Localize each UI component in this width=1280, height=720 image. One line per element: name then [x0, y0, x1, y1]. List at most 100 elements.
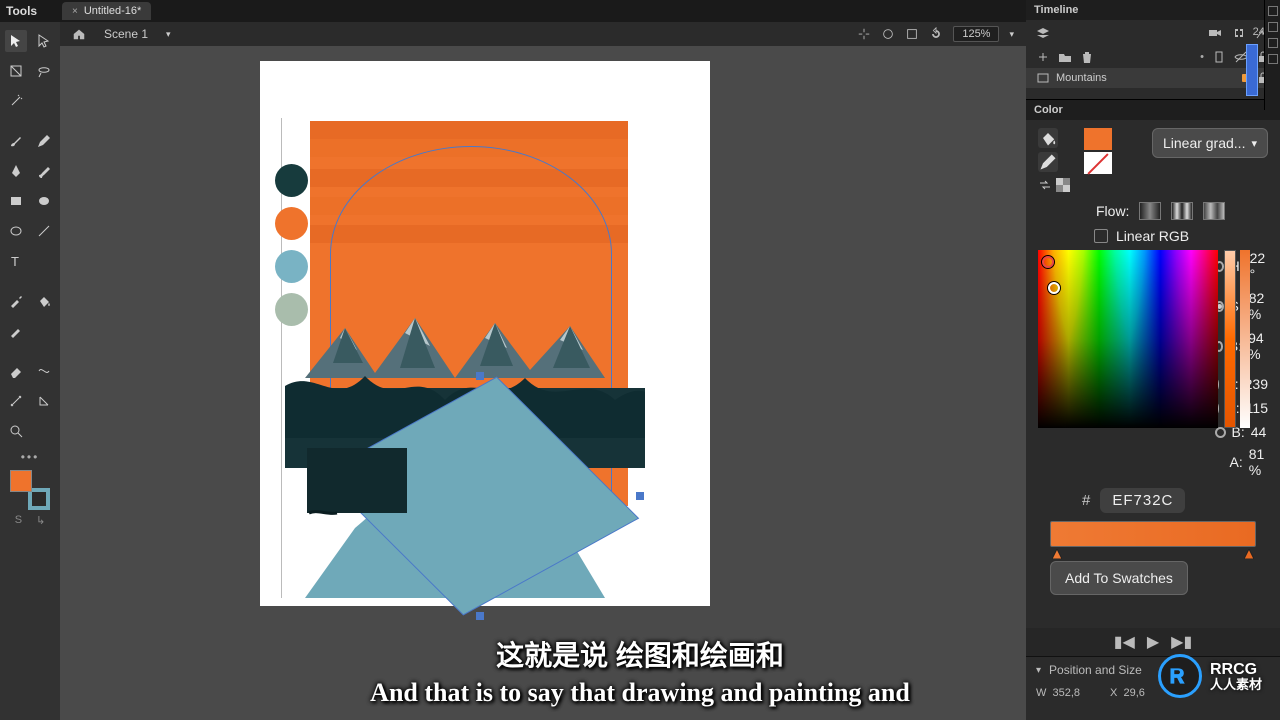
palette-circle-3 [275, 250, 308, 283]
hue-slider[interactable] [1224, 250, 1236, 428]
go-start-icon[interactable]: ▮◀ [1114, 632, 1135, 652]
flow-repeat-icon[interactable] [1203, 202, 1225, 220]
eraser-tool[interactable] [5, 360, 27, 382]
home-icon[interactable] [72, 27, 86, 41]
subselection-tool[interactable] [33, 30, 55, 52]
fit-icon[interactable] [905, 27, 919, 41]
rgb-b-radio[interactable] [1215, 427, 1226, 438]
workspace-switcher[interactable] [1264, 0, 1280, 110]
swap-colors-icon[interactable] [1038, 178, 1052, 192]
lasso-tool[interactable] [33, 60, 55, 82]
default-colors-icon[interactable] [1056, 178, 1070, 192]
zoom-level[interactable]: 125% [953, 26, 999, 42]
frame-strip[interactable] [1246, 44, 1258, 96]
center-stage-icon[interactable] [857, 27, 871, 41]
chevron-down-icon: ▾ [1251, 137, 1257, 150]
ellipse-tool[interactable] [33, 190, 55, 212]
gradient-preview[interactable] [1050, 521, 1256, 547]
brush-tool[interactable] [5, 130, 27, 152]
gradient-stop-left[interactable] [1052, 546, 1062, 556]
fill-swatch[interactable] [10, 470, 32, 492]
object-drawing-icon[interactable]: ↳ [36, 514, 45, 527]
scene-name[interactable]: Scene 1 [104, 27, 148, 41]
selection-tool[interactable] [5, 30, 27, 52]
ws-icon[interactable] [1268, 38, 1278, 48]
stroke-color-swatch[interactable] [1084, 152, 1112, 174]
fill-stroke-swatch[interactable] [10, 470, 50, 510]
w-value[interactable]: 352,8 [1053, 687, 1081, 699]
tools-panel-title: Tools [0, 0, 60, 22]
s-value[interactable]: 82 % [1249, 290, 1268, 322]
play-icon[interactable]: ▶ [1147, 632, 1159, 652]
bind-tool[interactable] [33, 390, 55, 412]
layer-type-icon [1036, 71, 1050, 85]
close-tab-icon[interactable]: × [72, 6, 78, 17]
go-end-icon[interactable]: ▶▮ [1171, 632, 1192, 652]
more-tools-icon[interactable]: ••• [0, 450, 60, 464]
tools-panel: T ••• S ↳ [0, 22, 60, 720]
line-tool[interactable] [33, 220, 55, 242]
alpha-slider[interactable] [1240, 250, 1250, 428]
a-value[interactable]: 81 % [1249, 446, 1268, 478]
linear-rgb-checkbox[interactable] [1094, 229, 1108, 243]
hex-input[interactable]: EF732C [1100, 488, 1185, 513]
gradient-stop-cursor-2[interactable] [1048, 282, 1060, 294]
flow-reflect-icon[interactable] [1171, 202, 1193, 220]
oval-tool[interactable] [5, 220, 27, 242]
ws-icon[interactable] [1268, 54, 1278, 64]
flow-label: Flow: [1096, 203, 1129, 219]
palette-circle-4 [275, 293, 308, 326]
b-value[interactable]: 94 % [1248, 330, 1268, 362]
link-icon[interactable] [1232, 26, 1246, 40]
document-tab[interactable]: × Untitled-16* [62, 2, 151, 20]
ws-icon[interactable] [1268, 22, 1278, 32]
width-tool[interactable] [33, 360, 55, 382]
ws-icon[interactable] [1268, 6, 1278, 16]
snap-icon[interactable]: S [15, 514, 22, 527]
scene-dropdown-icon[interactable]: ▾ [166, 29, 171, 40]
new-layer-icon[interactable] [1036, 50, 1050, 64]
flow-extend-icon[interactable] [1139, 202, 1161, 220]
clip-icon[interactable] [881, 27, 895, 41]
gradient-stop-right[interactable] [1244, 546, 1254, 556]
paint-brush-tool[interactable] [33, 160, 55, 182]
rectangle-tool[interactable] [5, 190, 27, 212]
fill-type-select[interactable]: Linear grad... ▾ [1152, 128, 1268, 158]
color-panel: Linear grad... ▾ Flow: Linear RGB [1026, 120, 1280, 617]
zoom-tool[interactable] [5, 420, 27, 442]
delete-layer-icon[interactable] [1080, 50, 1094, 64]
layer-name: Mountains [1056, 72, 1107, 84]
layers-icon[interactable] [1036, 26, 1050, 40]
stroke-pencil-icon[interactable] [1038, 152, 1058, 172]
gradient-stop-cursor-1[interactable] [1042, 256, 1054, 268]
new-folder-icon[interactable] [1058, 50, 1072, 64]
eyedropper-tool[interactable] [5, 290, 27, 312]
pencil-tool[interactable] [33, 130, 55, 152]
camera-icon[interactable] [1208, 26, 1222, 40]
palette-circle-1 [275, 164, 308, 197]
saturation-value-box[interactable] [1038, 250, 1218, 428]
free-transform-tool[interactable] [5, 60, 27, 82]
fill-type-label: Linear grad... [1163, 135, 1246, 151]
canvas-stage[interactable] [60, 46, 1026, 720]
hex-label: # [1082, 492, 1090, 509]
x-value[interactable]: 29,6 [1124, 687, 1145, 699]
zoom-dropdown-icon[interactable]: ▾ [1009, 29, 1014, 40]
rotate-icon[interactable] [929, 27, 943, 41]
fill-bucket-icon[interactable] [1038, 128, 1058, 148]
ink-bottle-tool[interactable] [5, 320, 27, 342]
bc-value[interactable]: 44 [1251, 424, 1267, 440]
pen-tool[interactable] [5, 160, 27, 182]
add-to-swatches-button[interactable]: Add To Swatches [1050, 561, 1188, 595]
layer-row[interactable]: Mountains [1026, 68, 1280, 88]
selected-shape[interactable] [310, 366, 650, 676]
h-value[interactable]: 22 ° [1250, 250, 1268, 282]
paint-bucket-tool[interactable] [33, 290, 55, 312]
text-tool[interactable]: T [5, 250, 27, 272]
fill-color-swatch[interactable] [1084, 128, 1112, 150]
chevron-down-icon[interactable]: ▾ [1036, 665, 1041, 676]
magic-wand-tool[interactable] [5, 90, 27, 112]
color-spectrum[interactable] [1038, 250, 1209, 428]
outline-toggle-icon[interactable] [1212, 50, 1226, 64]
bone-tool[interactable] [5, 390, 27, 412]
